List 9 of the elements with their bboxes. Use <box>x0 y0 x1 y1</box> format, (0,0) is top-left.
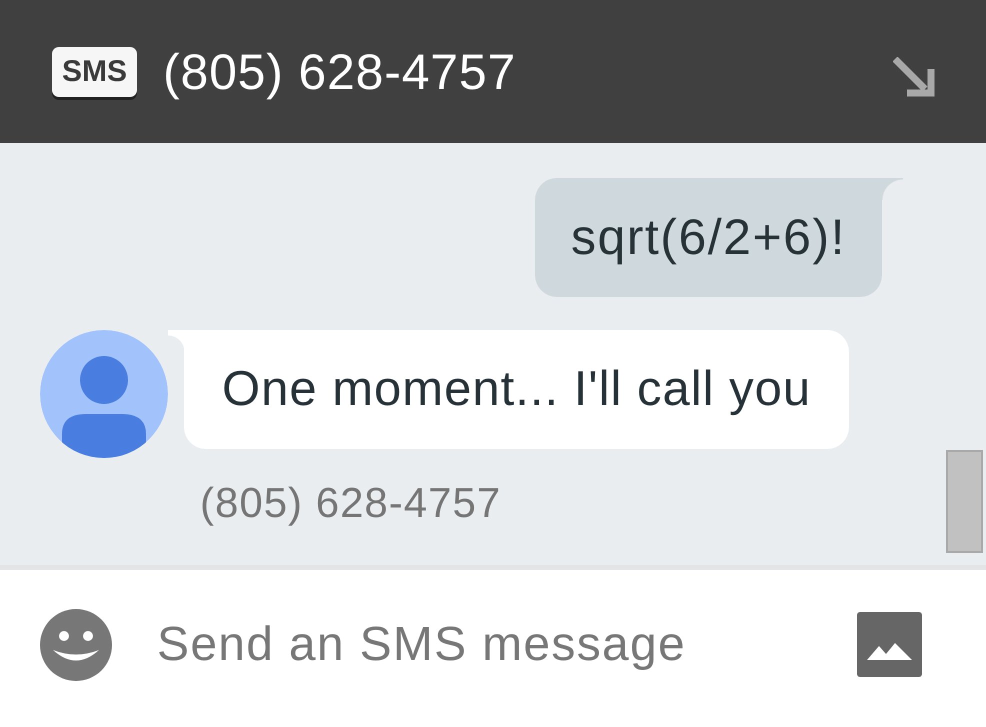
smiley-icon[interactable] <box>40 608 112 680</box>
arrow-down-right-icon[interactable] <box>893 56 935 96</box>
sms-badge: SMS <box>52 46 138 96</box>
avatar-icon <box>40 330 168 458</box>
sender-label: (805) 628-4757 <box>200 479 502 527</box>
contact-title: (805) 628-4757 <box>163 42 518 100</box>
scrollbar-thumb[interactable] <box>946 450 983 553</box>
message-input[interactable]: Send an SMS message <box>157 614 817 674</box>
image-icon[interactable] <box>857 612 922 677</box>
